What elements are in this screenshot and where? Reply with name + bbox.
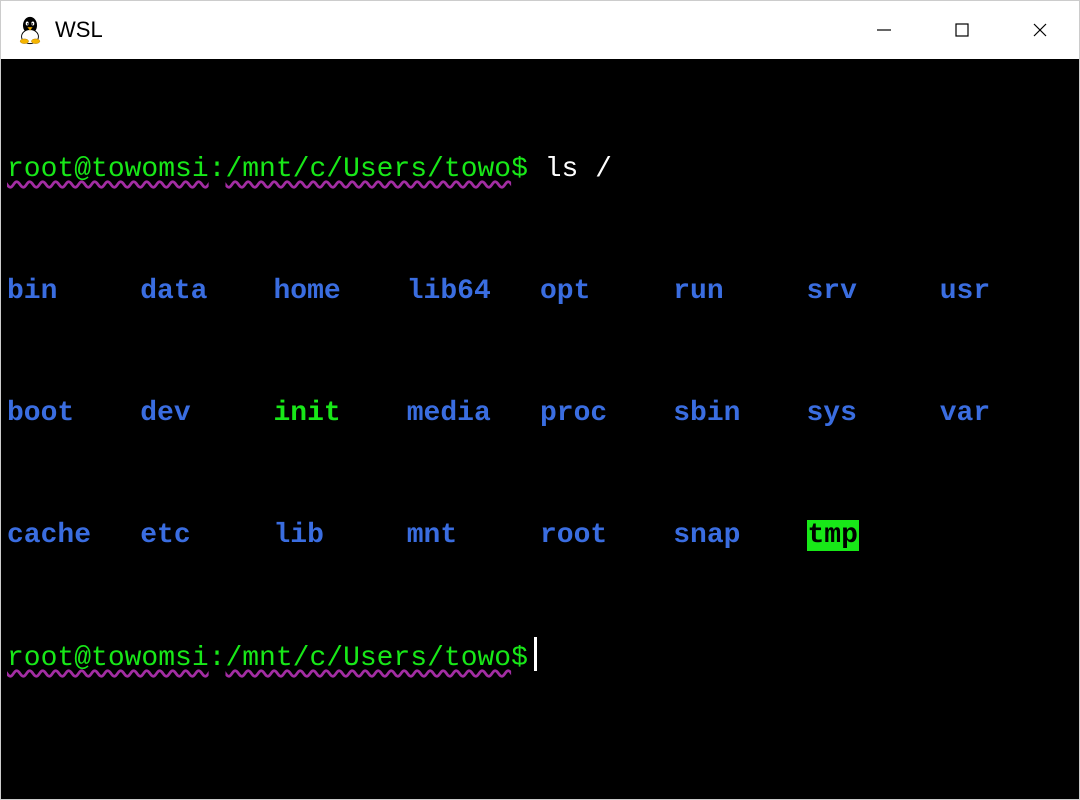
- terminal-area[interactable]: root@towomsi:/mnt/c/Users/towo$ ls / bin…: [1, 59, 1079, 799]
- maximize-icon: [953, 21, 971, 39]
- entered-command: ls /: [528, 154, 612, 185]
- ls-entry: data: [140, 272, 273, 313]
- ls-entry: snap: [673, 516, 806, 557]
- prompt-line-2: root@towomsi:/mnt/c/Users/towo$: [7, 637, 1073, 680]
- wsl-window: WSL root@towomsi:/mnt/c/Users/towo$ ls /…: [0, 0, 1080, 800]
- ls-entry: init: [274, 394, 407, 435]
- tux-icon: [15, 15, 45, 45]
- ls-entry: bin: [7, 272, 140, 313]
- ls-entry: lib64: [407, 272, 540, 313]
- ls-entry: home: [274, 272, 407, 313]
- maximize-button[interactable]: [923, 1, 1001, 59]
- prompt-path: /mnt/c/Users/towo: [225, 643, 511, 674]
- ls-entry: lib: [274, 516, 407, 557]
- ls-entry: etc: [140, 516, 273, 557]
- prompt-path: /mnt/c/Users/towo: [225, 154, 511, 185]
- cursor: [534, 637, 537, 671]
- ls-entry: tmp: [807, 516, 940, 557]
- ls-row-1: bootdevinitmediaprocsbinsysvar: [7, 394, 1073, 435]
- ls-entry: [940, 516, 1073, 557]
- prompt-userhost: root@towomsi: [7, 154, 209, 185]
- ls-row-0: bindatahomelib64optrunsrvusr: [7, 272, 1073, 313]
- minimize-icon: [875, 21, 893, 39]
- prompt-line-1: root@towomsi:/mnt/c/Users/towo$ ls /: [7, 150, 1073, 191]
- ls-entry: sys: [807, 394, 940, 435]
- ls-entry: root: [540, 516, 673, 557]
- minimize-button[interactable]: [845, 1, 923, 59]
- close-button[interactable]: [1001, 1, 1079, 59]
- ls-entry: srv: [807, 272, 940, 313]
- prompt-colon: :: [209, 643, 226, 674]
- ls-entry: var: [940, 394, 1073, 435]
- ls-entry: run: [673, 272, 806, 313]
- ls-entry: usr: [940, 272, 1073, 313]
- ls-entry: boot: [7, 394, 140, 435]
- titlebar[interactable]: WSL: [1, 1, 1079, 59]
- prompt-sigil: $: [511, 154, 528, 185]
- window-title: WSL: [55, 17, 103, 43]
- ls-entry: mnt: [407, 516, 540, 557]
- ls-entry: sbin: [673, 394, 806, 435]
- close-icon: [1031, 21, 1049, 39]
- prompt-colon: :: [209, 154, 226, 185]
- ls-entry: opt: [540, 272, 673, 313]
- ls-entry: proc: [540, 394, 673, 435]
- prompt-userhost: root@towomsi: [7, 643, 209, 674]
- ls-row-2: cacheetclibmntrootsnaptmp: [7, 516, 1073, 557]
- prompt-sigil: $: [511, 643, 528, 674]
- ls-entry: cache: [7, 516, 140, 557]
- ls-entry: dev: [140, 394, 273, 435]
- ls-entry: media: [407, 394, 540, 435]
